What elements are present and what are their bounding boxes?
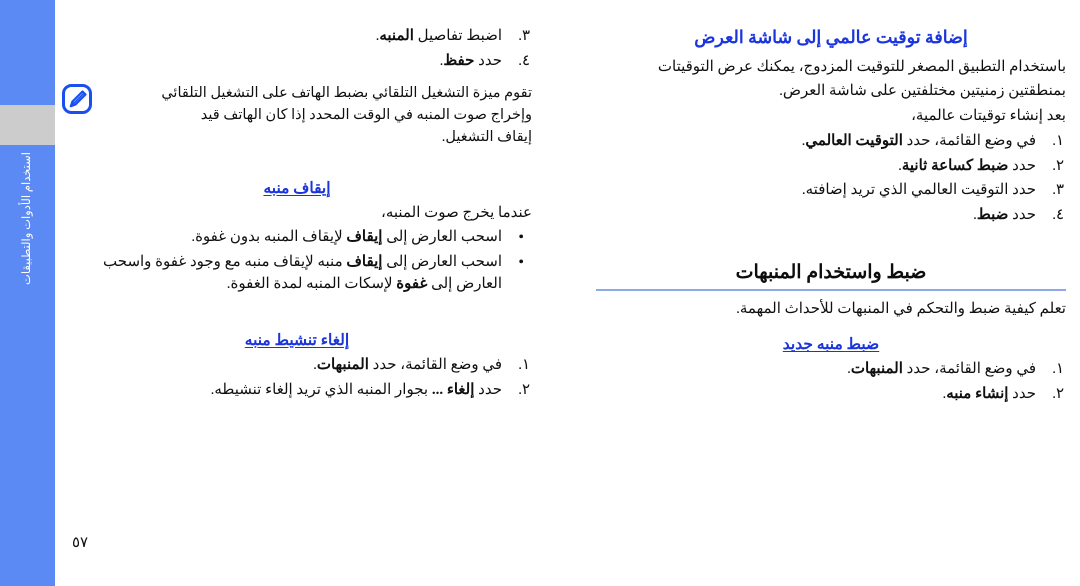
- step-text-before: حدد: [474, 52, 502, 69]
- step-text-bold: إنشاء منبه: [946, 386, 1009, 403]
- step-text-bold: التوقيت العالمي: [805, 132, 903, 149]
- world-clock-after-text: بعد إنشاء توقيتات عالمية،: [911, 108, 1066, 125]
- heading-deactivate-alarm: إلغاء تنشيط منبه: [244, 331, 350, 349]
- list-marker: ٤.: [518, 52, 530, 69]
- bullet-part-bold: غفوة: [396, 275, 428, 292]
- content-column-left: ٣. اضبط تفاصيل المنبه. ٤. حدد حفظ. تقوم …: [62, 26, 532, 404]
- gap: [62, 299, 532, 317]
- list-item: ٢. حدد إنشاء منبه.: [596, 384, 1066, 406]
- world-clock-steps-list: ١. في وضع القائمة، حدد التوقيت العالمي. …: [596, 131, 1066, 227]
- bullet-part: اسحب العارض إلى: [382, 229, 502, 246]
- manual-page: استخدام الأدوات والتطبيقات ٥٧ إضافة توقي…: [0, 0, 1080, 586]
- list-marker: ٣.: [1052, 182, 1064, 199]
- bullet-part: لإيقاف المنبه بدون غفوة.: [191, 229, 347, 246]
- list-item: ١. في وضع القائمة، حدد المنبهات.: [62, 355, 532, 377]
- list-item: • اسحب العارض إلى إيقاف لإيقاف المنبه بد…: [62, 227, 532, 249]
- stop-alarm-intro: عندما يخرج صوت المنبه،: [381, 204, 532, 221]
- heading-stop-alarm: إيقاف منبه: [263, 179, 331, 197]
- note-pencil-icon: [62, 83, 92, 114]
- step-text-before: حدد: [1008, 386, 1036, 403]
- step-text-before: في وضع القائمة، حدد: [902, 132, 1036, 149]
- list-marker: ١.: [1052, 132, 1064, 149]
- side-tab-strip: استخدام الأدوات والتطبيقات: [0, 0, 55, 586]
- world-clock-paragraph-line-2: بمنطقتين زمنيتين مختلفتين على شاشة العرض…: [779, 83, 1066, 100]
- step-text-bold: ضبط كساعة ثانية: [901, 157, 1009, 174]
- bullet-part-bold: إيقاف: [346, 229, 383, 246]
- list-item: • اسحب العارض إلى إيقاف منبه لإيقاف منبه…: [62, 252, 532, 296]
- content-column-right: إضافة توقيت عالمي إلى شاشة العرض باستخدا…: [596, 26, 1066, 409]
- step-text-bold: إلغاء ...: [431, 381, 475, 398]
- bullet-part: اسحب العارض إلى: [382, 254, 502, 271]
- bullet-marker: •: [518, 254, 524, 272]
- heading-world-clock-widget: إضافة توقيت عالمي إلى شاشة العرض: [694, 27, 968, 47]
- step-text-bold: المنبهات: [850, 361, 903, 378]
- list-marker: ٣.: [518, 28, 530, 44]
- step-text-before: حدد: [1008, 207, 1036, 224]
- gap: [62, 157, 532, 165]
- list-marker: ٢.: [1052, 386, 1064, 403]
- list-item: ٢. حدد ضبط كساعة ثانية.: [596, 156, 1066, 178]
- tab-band-top: [0, 0, 55, 105]
- deactivate-alarm-steps-list: ١. في وضع القائمة، حدد المنبهات. ٢. حدد …: [62, 355, 532, 402]
- step-text-bold: ضبط: [976, 207, 1009, 224]
- tab-band-gray-marker: [0, 105, 55, 145]
- side-tab-label: استخدام الأدوات والتطبيقات: [21, 152, 33, 285]
- note-block: تقوم ميزة التشغيل التلقائي بضبط الهاتف ع…: [62, 83, 532, 149]
- list-item: ٤. حدد ضبط.: [596, 205, 1066, 227]
- note-line: إيقاف التشغيل.: [441, 128, 532, 145]
- alarms-section-intro: تعلم كيفية ضبط والتحكم في المنبهات للأحد…: [736, 301, 1066, 318]
- new-alarm-steps-list: ١. في وضع القائمة، حدد المنبهات. ٢. حدد …: [596, 359, 1066, 406]
- note-text: تقوم ميزة التشغيل التلقائي بضبط الهاتف ع…: [102, 83, 532, 149]
- bullet-part-bold: إيقاف: [346, 254, 383, 271]
- step-text-bold: حفظ: [443, 52, 475, 69]
- list-item: ٤. حدد حفظ.: [62, 51, 532, 73]
- heading-alarms-section: ضبط واستخدام المنبهات: [735, 261, 927, 283]
- bullet-marker: •: [518, 229, 524, 247]
- list-item: ٣. اضبط تفاصيل المنبه.: [62, 26, 532, 48]
- list-marker: ١.: [518, 356, 530, 373]
- list-item: ١. في وضع القائمة، حدد المنبهات.: [596, 359, 1066, 381]
- step-text-before: اضبط تفاصيل: [413, 28, 502, 44]
- heading-set-new-alarm: ضبط منبه جديد: [782, 336, 880, 354]
- stop-alarm-bullet-list: • اسحب العارض إلى إيقاف لإيقاف المنبه بد…: [62, 227, 532, 295]
- list-marker: ٢.: [1052, 157, 1064, 174]
- step-text-before: حدد: [474, 381, 502, 398]
- step-text-before: حدد: [1008, 157, 1036, 174]
- list-item: ١. في وضع القائمة، حدد التوقيت العالمي.: [596, 131, 1066, 153]
- list-item: ٣. حدد التوقيت العالمي الذي تريد إضافته.: [596, 180, 1066, 202]
- continued-steps-list: ٣. اضبط تفاصيل المنبه. ٤. حدد حفظ.: [62, 26, 532, 73]
- step-text-bold: المنبهات: [316, 356, 369, 373]
- list-marker: ١.: [1052, 361, 1064, 378]
- step-text-after: بجوار المنبه الذي تريد إلغاء تنشيطه.: [210, 381, 432, 398]
- list-marker: ٢.: [518, 381, 530, 398]
- step-text-before: حدد التوقيت العالمي الذي تريد إضافته: [805, 182, 1036, 199]
- list-marker: ٤.: [1052, 207, 1064, 224]
- section-divider-rule: [596, 289, 1066, 292]
- page-number: ٥٧: [72, 535, 89, 551]
- note-line: تقوم ميزة التشغيل التلقائي بضبط الهاتف ع…: [161, 84, 532, 101]
- list-item: ٢. حدد إلغاء ... بجوار المنبه الذي تريد …: [62, 380, 532, 402]
- bullet-part: لإسكات المنبه لمدة الغفوة.: [226, 275, 397, 292]
- step-text-bold: المنبه: [379, 28, 414, 44]
- world-clock-paragraph-line-1: باستخدام التطبيق المصغر للتوقيت المزدوج،…: [657, 58, 1066, 75]
- step-text-before: في وضع القائمة، حدد: [368, 356, 502, 373]
- step-text-before: في وضع القائمة، حدد: [902, 361, 1036, 378]
- note-line: وإخراج صوت المنبه في الوقت المحدد إذا كا…: [200, 106, 532, 123]
